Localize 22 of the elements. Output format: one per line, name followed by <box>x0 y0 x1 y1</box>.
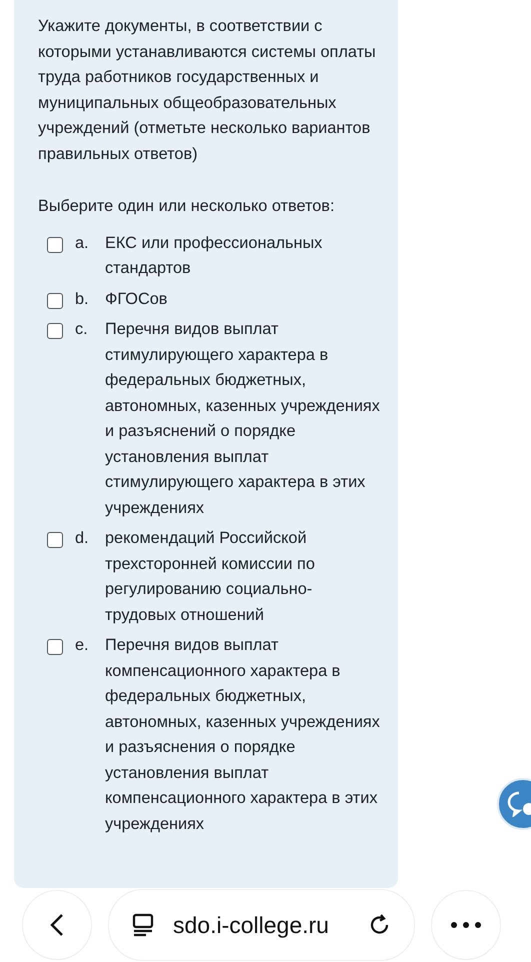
option-letter: d. <box>75 528 90 549</box>
url-text: sdo.i-college.ru <box>173 912 330 938</box>
page-info-icon <box>131 913 155 937</box>
option-letter: b. <box>75 288 90 310</box>
option-letter: e. <box>75 635 90 656</box>
back-icon <box>50 913 64 937</box>
option-text[interactable]: ЕКС или профессиональных стандартов <box>105 230 380 282</box>
checkbox[interactable] <box>47 639 63 655</box>
checkbox[interactable] <box>47 532 63 548</box>
answer-prompt: Выберите один или несколько ответов: <box>38 196 336 217</box>
chat-icon <box>507 791 531 817</box>
option-text[interactable]: ФГОСов <box>105 286 380 312</box>
option-text[interactable]: Перечня видов выплат компенсационного характера в федеральных бюджетных, автономных, казенных учреждениях и разъяснения о порядке установления выплат компенсационного характера в этих учреждениях <box>105 633 380 837</box>
option-text[interactable]: рекомендаций Российской трехсторонней комиссии по регулированию социально-трудовых отношений <box>105 526 380 628</box>
option-letter: a. <box>75 232 90 254</box>
checkbox[interactable] <box>47 236 63 252</box>
address-bar[interactable]: sdo.i-college.ru <box>108 889 415 961</box>
checkbox[interactable] <box>47 292 63 308</box>
checkbox[interactable] <box>47 323 63 339</box>
question-text: Укажите документы, в соответствии с которыми устанавливаются системы оплаты труда работников государственных и муниципальных общеобразовательных учреждений (отметьте несколько вариантов правильных ответов) <box>38 16 377 164</box>
option-letter: c. <box>75 319 89 340</box>
more-icon <box>451 922 481 928</box>
